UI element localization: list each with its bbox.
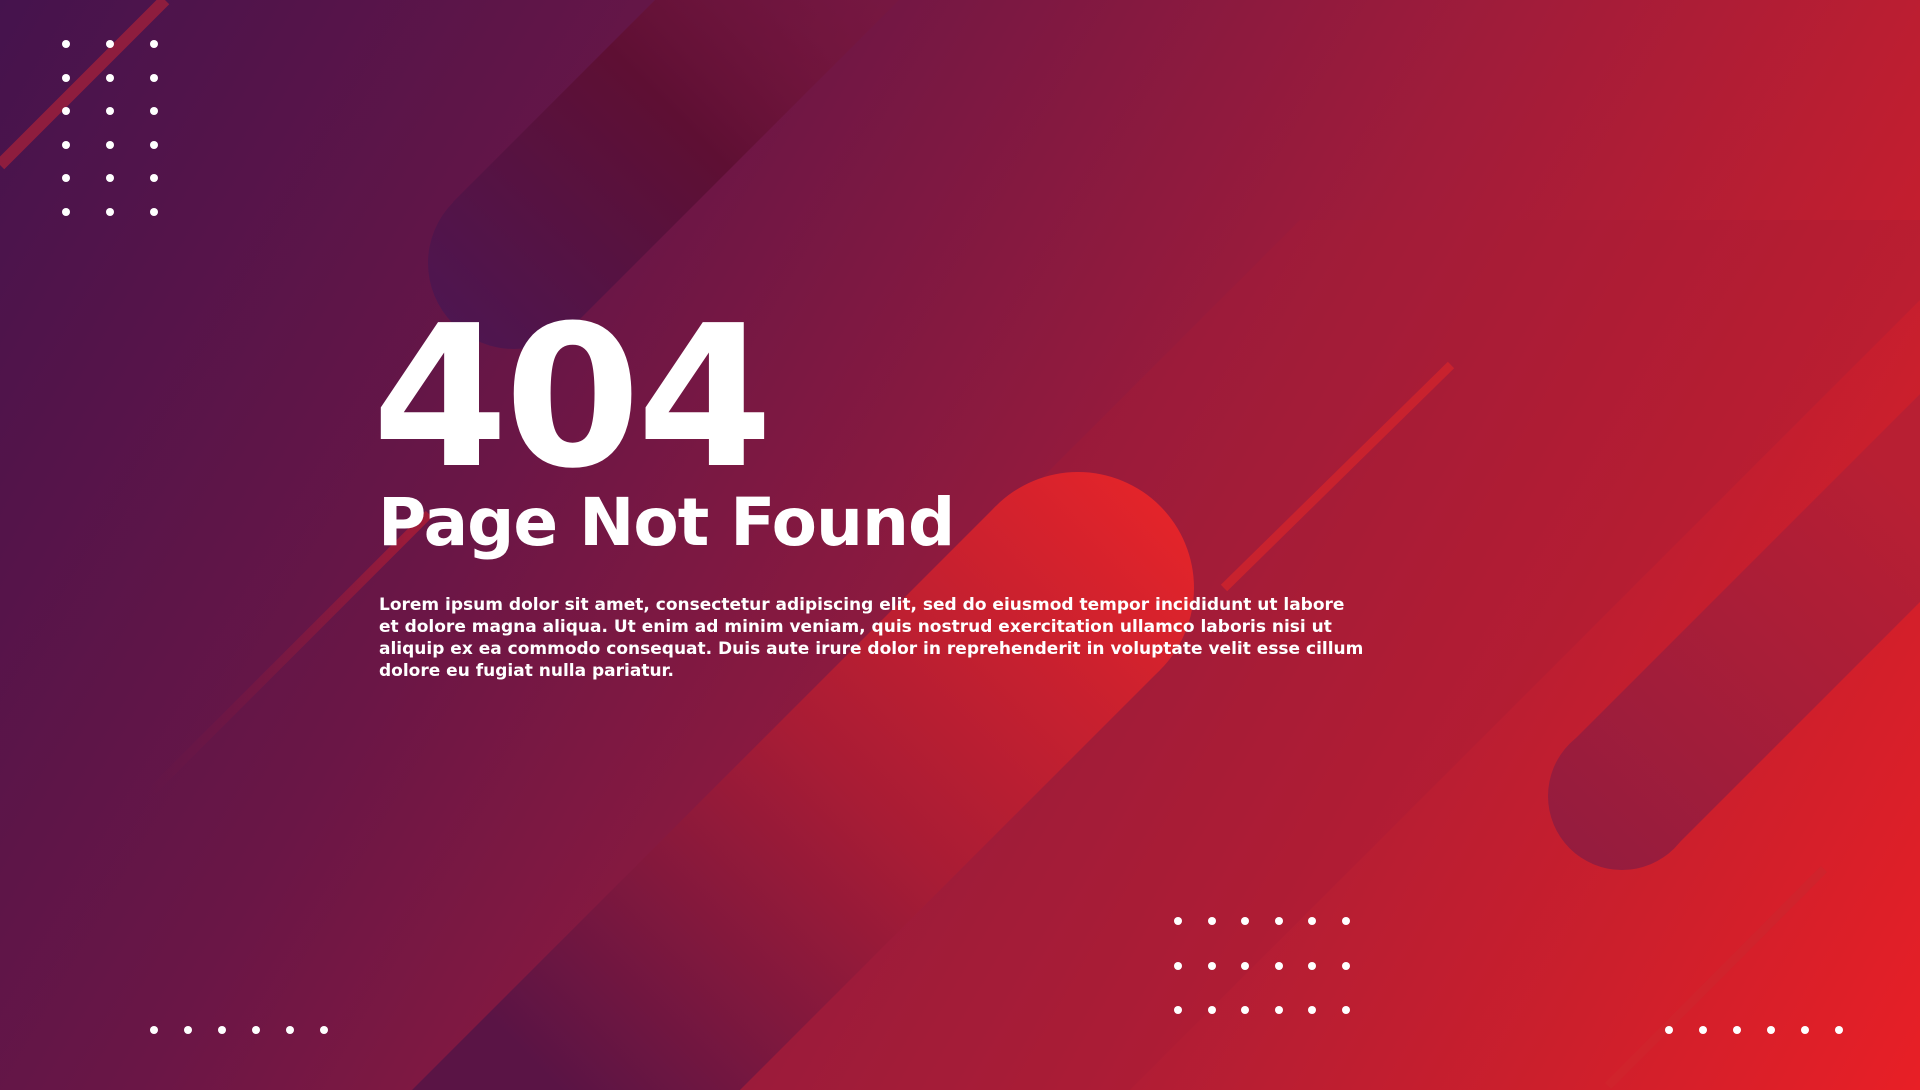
decorative-dot <box>1308 961 1317 970</box>
decorative-dot <box>1699 1026 1707 1034</box>
decorative-dot <box>1733 1026 1741 1034</box>
decorative-dot <box>1274 917 1283 925</box>
decorative-dot <box>150 140 158 149</box>
decorative-dot <box>252 1026 260 1034</box>
decorative-dot <box>1207 917 1216 925</box>
decorative-dot <box>1665 1026 1673 1034</box>
page-title: Page Not Found <box>378 484 955 561</box>
error-code: 404 <box>372 284 773 512</box>
decorative-dot <box>1174 917 1182 925</box>
decorative-dot <box>1207 961 1216 970</box>
decorative-dot <box>320 1026 328 1034</box>
decorative-dot <box>62 208 70 216</box>
decorative-dot <box>62 73 70 82</box>
decorative-dot <box>1342 1006 1350 1014</box>
decorative-dot <box>150 208 158 216</box>
decorative-dot <box>106 73 114 82</box>
decorative-dot <box>1767 1026 1775 1034</box>
decorative-dot <box>1274 1006 1283 1014</box>
decorative-dot <box>1801 1026 1809 1034</box>
decorative-dot <box>150 73 158 82</box>
decorative-dot <box>62 140 70 149</box>
decorative-dot <box>150 40 158 48</box>
error-description: Lorem ipsum dolor sit amet, consectetur … <box>379 595 1364 681</box>
decorative-dot <box>184 1026 192 1034</box>
decorative-dot <box>286 1026 294 1034</box>
decorative-dot <box>1274 961 1283 970</box>
decorative-dot <box>1174 1006 1182 1014</box>
decorative-dot <box>1174 961 1182 970</box>
decorative-dot <box>106 208 114 216</box>
decorative-dot <box>1835 1026 1843 1034</box>
decorative-dot <box>1342 917 1350 925</box>
background-shapes <box>0 0 1920 1090</box>
decorative-dot <box>106 40 114 48</box>
decorative-dot <box>1241 961 1250 970</box>
decorative-dot <box>1207 1006 1216 1014</box>
decorative-dot <box>62 40 70 48</box>
decorative-dot <box>218 1026 226 1034</box>
diagonal-line <box>0 0 170 170</box>
decorative-dot <box>1342 961 1350 970</box>
diagonal-line <box>1604 865 1828 1090</box>
decorative-dot <box>150 1026 158 1034</box>
decorative-dot <box>106 140 114 149</box>
